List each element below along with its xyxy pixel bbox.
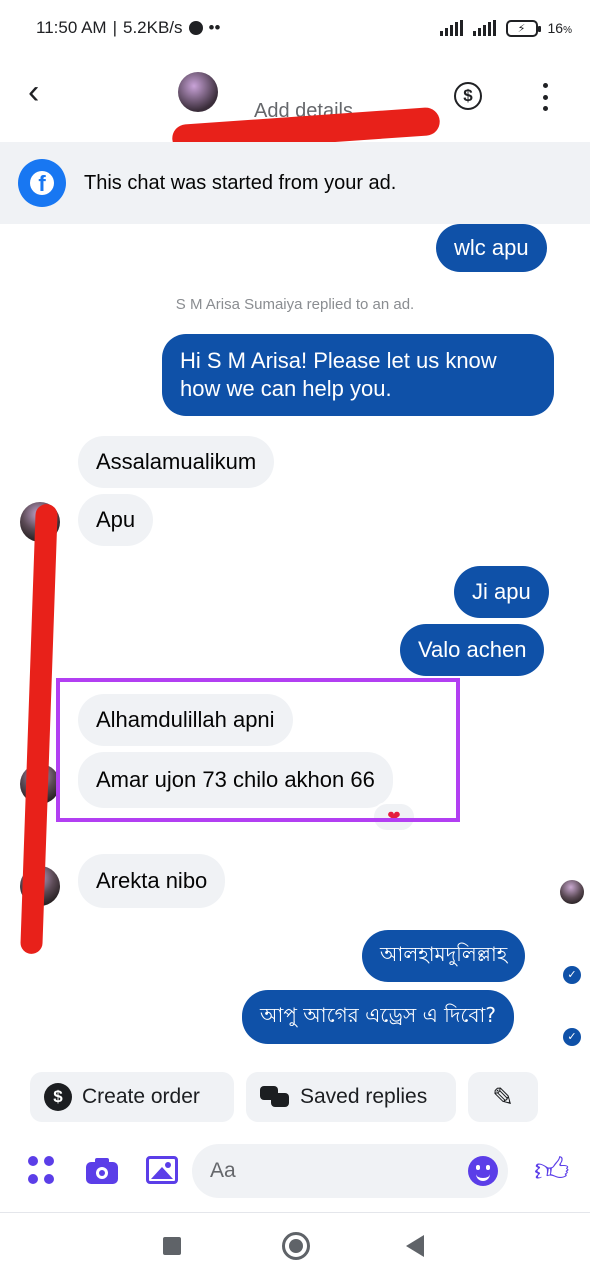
message-text: Assalamualikum [96, 449, 257, 474]
status-bar: 11:50 AM | 5.2KB/s •• ⚡ 16% [0, 0, 590, 56]
battery-level: 16% [547, 20, 572, 36]
facebook-icon: f [18, 159, 66, 207]
highlight-box-annotation [56, 678, 460, 822]
message-text: Ji apu [472, 579, 531, 604]
pencil-icon: ✎ [492, 1081, 514, 1112]
nav-back-button[interactable] [406, 1235, 424, 1257]
more-options-button[interactable] [538, 80, 552, 114]
message-text: Apu [96, 507, 136, 532]
message-text-line: Hi S M Arisa! Please let us know [180, 348, 497, 373]
message-text-line: how we can help you. [180, 376, 392, 401]
status-left: 11:50 AM | 5.2KB/s •• [36, 18, 220, 38]
signal-icon [439, 20, 463, 36]
seen-avatar [560, 880, 584, 904]
edit-button[interactable]: ✎ [468, 1072, 538, 1122]
message-text: আপু আগের এড্রেস এ দিবো? [260, 1002, 496, 1027]
create-order-button[interactable]: $ Create order [30, 1072, 234, 1122]
emoji-icon[interactable] [468, 1156, 498, 1186]
saved-replies-button[interactable]: Saved replies [246, 1072, 456, 1122]
ad-banner-text: This chat was started from your ad. [84, 171, 397, 194]
message-outgoing[interactable]: Ji apu [454, 566, 549, 618]
message-outgoing[interactable]: wlc apu [436, 224, 547, 272]
composer-bar: 👍︎ [0, 1140, 590, 1202]
payment-button[interactable]: $ [454, 82, 482, 110]
quick-actions-row: $ Create order Saved replies ✎ [0, 1072, 590, 1122]
message-outgoing[interactable]: আপু আগের এড্রেস এ দিবো? [242, 990, 514, 1044]
message-text: Valo achen [418, 637, 527, 662]
message-input[interactable] [192, 1144, 508, 1198]
recents-button[interactable] [163, 1237, 181, 1255]
message-text: আলহামদুলিল্লাহ [380, 941, 508, 966]
message-text: wlc apu [454, 235, 529, 260]
more-actions-icon[interactable] [28, 1156, 58, 1186]
battery-icon: ⚡ [505, 19, 541, 37]
message-incoming[interactable]: Assalamualikum [78, 436, 275, 488]
camera-icon[interactable] [86, 1156, 118, 1186]
message-outgoing[interactable]: আলহামদুলিল্লাহ [362, 930, 526, 982]
delivered-check-icon: ✓ [563, 1028, 581, 1046]
status-more-indicator: •• [208, 18, 221, 37]
back-button[interactable]: ‹ [28, 75, 60, 110]
system-nav-bar [0, 1212, 590, 1280]
delivered-check-icon: ✓ [563, 966, 581, 984]
data-saver-icon [188, 21, 203, 35]
message-text: Arekta nibo [96, 868, 208, 893]
message-incoming[interactable]: Arekta nibo [78, 854, 226, 908]
thumbs-up-icon[interactable]: 👍︎ [534, 1152, 570, 1188]
system-message: S M Arisa Sumaiya replied to an ad. [175, 296, 415, 313]
status-separator: | [112, 18, 117, 37]
chat-header: ‹ Add details $ [0, 56, 590, 184]
contact-avatar[interactable] [178, 72, 218, 112]
create-order-label: Create order [82, 1085, 200, 1108]
message-outgoing[interactable]: Valo achen [400, 624, 545, 676]
status-time: 11:50 AM [36, 18, 107, 37]
saved-replies-label: Saved replies [300, 1085, 428, 1108]
status-right: ⚡ 16% [439, 19, 572, 37]
ad-banner: f This chat was started from your ad. [0, 142, 590, 224]
signal-2-icon [472, 20, 496, 36]
message-outgoing[interactable]: Hi S M Arisa! Please let us know how we … [162, 334, 554, 416]
message-incoming[interactable]: Apu [78, 494, 154, 546]
dollar-circle-icon: $ [44, 1083, 72, 1111]
chat-bubbles-icon [260, 1084, 290, 1110]
dollar-icon: $ [463, 86, 473, 105]
gallery-icon[interactable] [146, 1156, 178, 1184]
home-button[interactable] [282, 1232, 310, 1260]
status-net-speed: 5.2KB/s [123, 18, 183, 37]
